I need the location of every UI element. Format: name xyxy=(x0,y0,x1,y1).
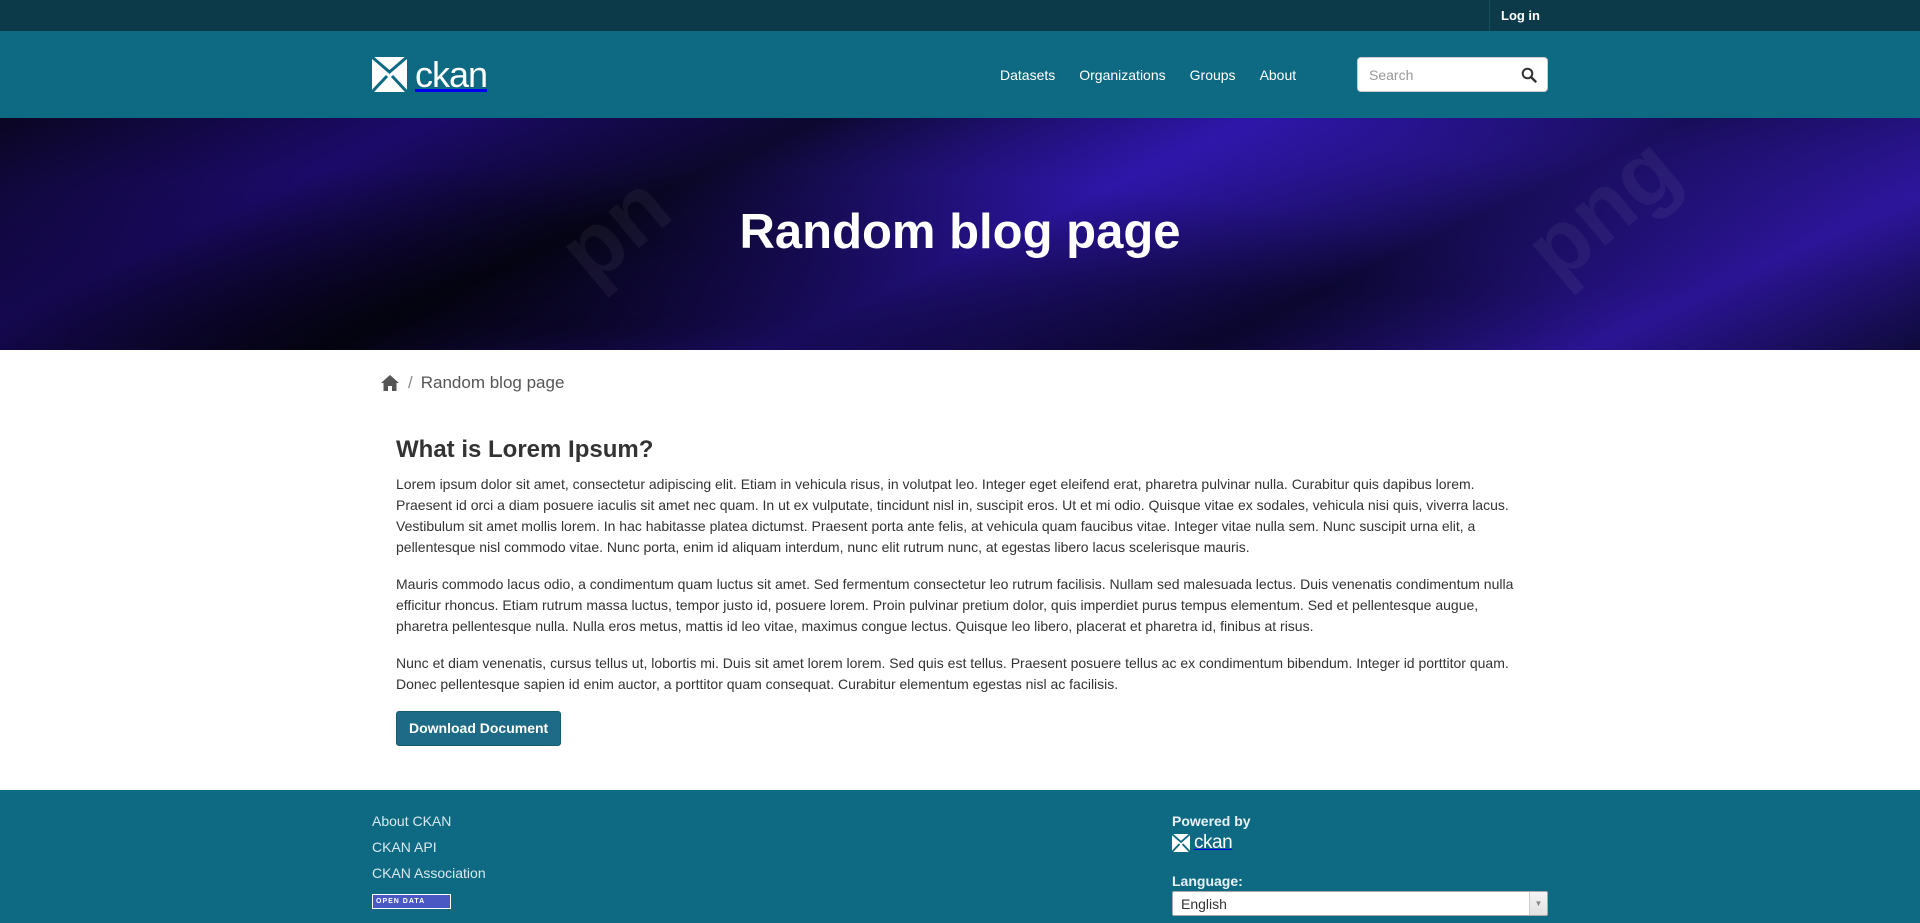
language-label: Language: xyxy=(1172,873,1243,889)
breadcrumb: / Random blog page xyxy=(380,373,564,393)
masthead: ckan Datasets Organizations Groups About xyxy=(0,31,1920,118)
breadcrumb-current[interactable]: Random blog page xyxy=(421,373,565,393)
article-paragraph: Mauris commodo lacus odio, a condimentum… xyxy=(396,576,1514,634)
ckan-logo-icon xyxy=(1172,834,1190,852)
footer-links: About CKAN CKAN API CKAN Association OPE… xyxy=(372,812,486,909)
powered-by-logo[interactable]: ckan xyxy=(1172,832,1251,854)
main-nav: Datasets Organizations Groups About xyxy=(988,31,1308,118)
article-heading: What is Lorem Ipsum? xyxy=(396,436,654,463)
logo-text: ckan xyxy=(415,53,488,95)
search-input[interactable] xyxy=(1358,58,1508,91)
footer-link-ckan-association[interactable]: CKAN Association xyxy=(372,864,486,882)
search-box xyxy=(1357,57,1548,92)
footer-link-ckan-api[interactable]: CKAN API xyxy=(372,838,486,856)
ckan-logo-icon xyxy=(372,57,407,92)
article-paragraph: Lorem ipsum dolor sit amet, consectetur … xyxy=(396,476,1509,555)
download-document-button[interactable]: Download Document xyxy=(396,711,562,746)
article-paragraph: Nunc et diam venenatis, cursus tellus ut… xyxy=(396,655,1509,692)
language-select[interactable]: English ▼ xyxy=(1172,891,1548,916)
article: What is Lorem Ipsum? Lorem ipsum dolor s… xyxy=(396,436,1526,746)
site-logo[interactable]: ckan xyxy=(372,51,488,98)
hero-banner: png pn Random blog page xyxy=(0,118,1920,350)
footer: About CKAN CKAN API CKAN Association OPE… xyxy=(0,790,1920,923)
powered-by-brand: ckan xyxy=(1194,832,1233,853)
hero-title: Random blog page xyxy=(739,205,1181,259)
open-data-badge[interactable]: OPEN DATA xyxy=(372,894,451,909)
chevron-down-icon[interactable]: ▼ xyxy=(1529,892,1547,915)
home-icon[interactable] xyxy=(380,374,400,392)
search-icon[interactable] xyxy=(1521,67,1537,83)
nav-groups[interactable]: Groups xyxy=(1178,67,1248,83)
powered-by: Powered by ckan xyxy=(1172,813,1251,854)
nav-datasets[interactable]: Datasets xyxy=(988,67,1067,83)
powered-by-label: Powered by xyxy=(1172,813,1251,829)
account-bar: Log in xyxy=(0,0,1920,31)
nav-about[interactable]: About xyxy=(1248,67,1309,83)
login-link[interactable]: Log in xyxy=(1489,0,1551,31)
language-select-value: English xyxy=(1181,896,1227,912)
language-section: Language: English ▼ xyxy=(1172,873,1548,916)
footer-link-about-ckan[interactable]: About CKAN xyxy=(372,812,486,830)
nav-organizations[interactable]: Organizations xyxy=(1067,67,1177,83)
breadcrumb-separator: / xyxy=(408,373,413,392)
